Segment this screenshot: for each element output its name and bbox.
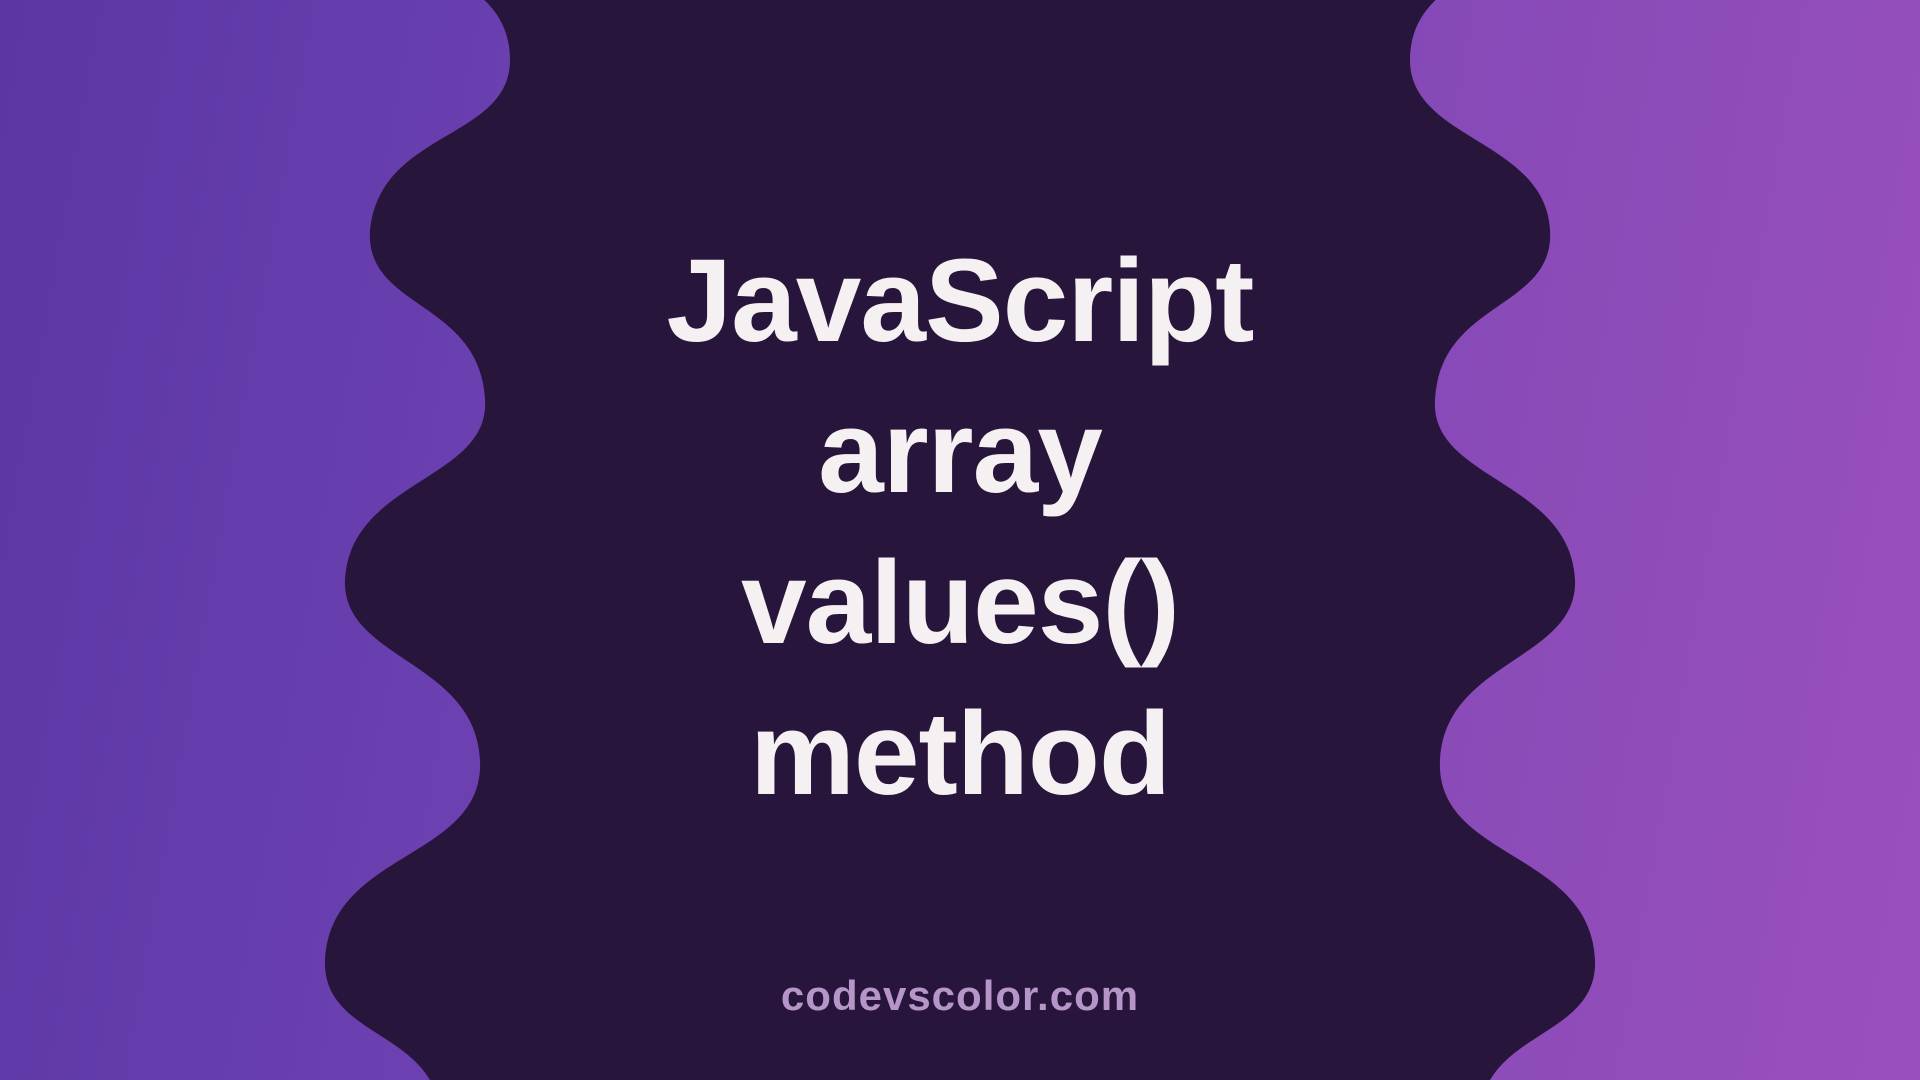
title-line-2: array [667,377,1254,528]
footer-site-name: codevscolor.com [781,972,1139,1020]
title-line-4: method [667,679,1254,830]
title-line-3: values() [667,528,1254,679]
hero-title: JavaScript array values() method [667,226,1254,830]
title-line-1: JavaScript [667,226,1254,377]
